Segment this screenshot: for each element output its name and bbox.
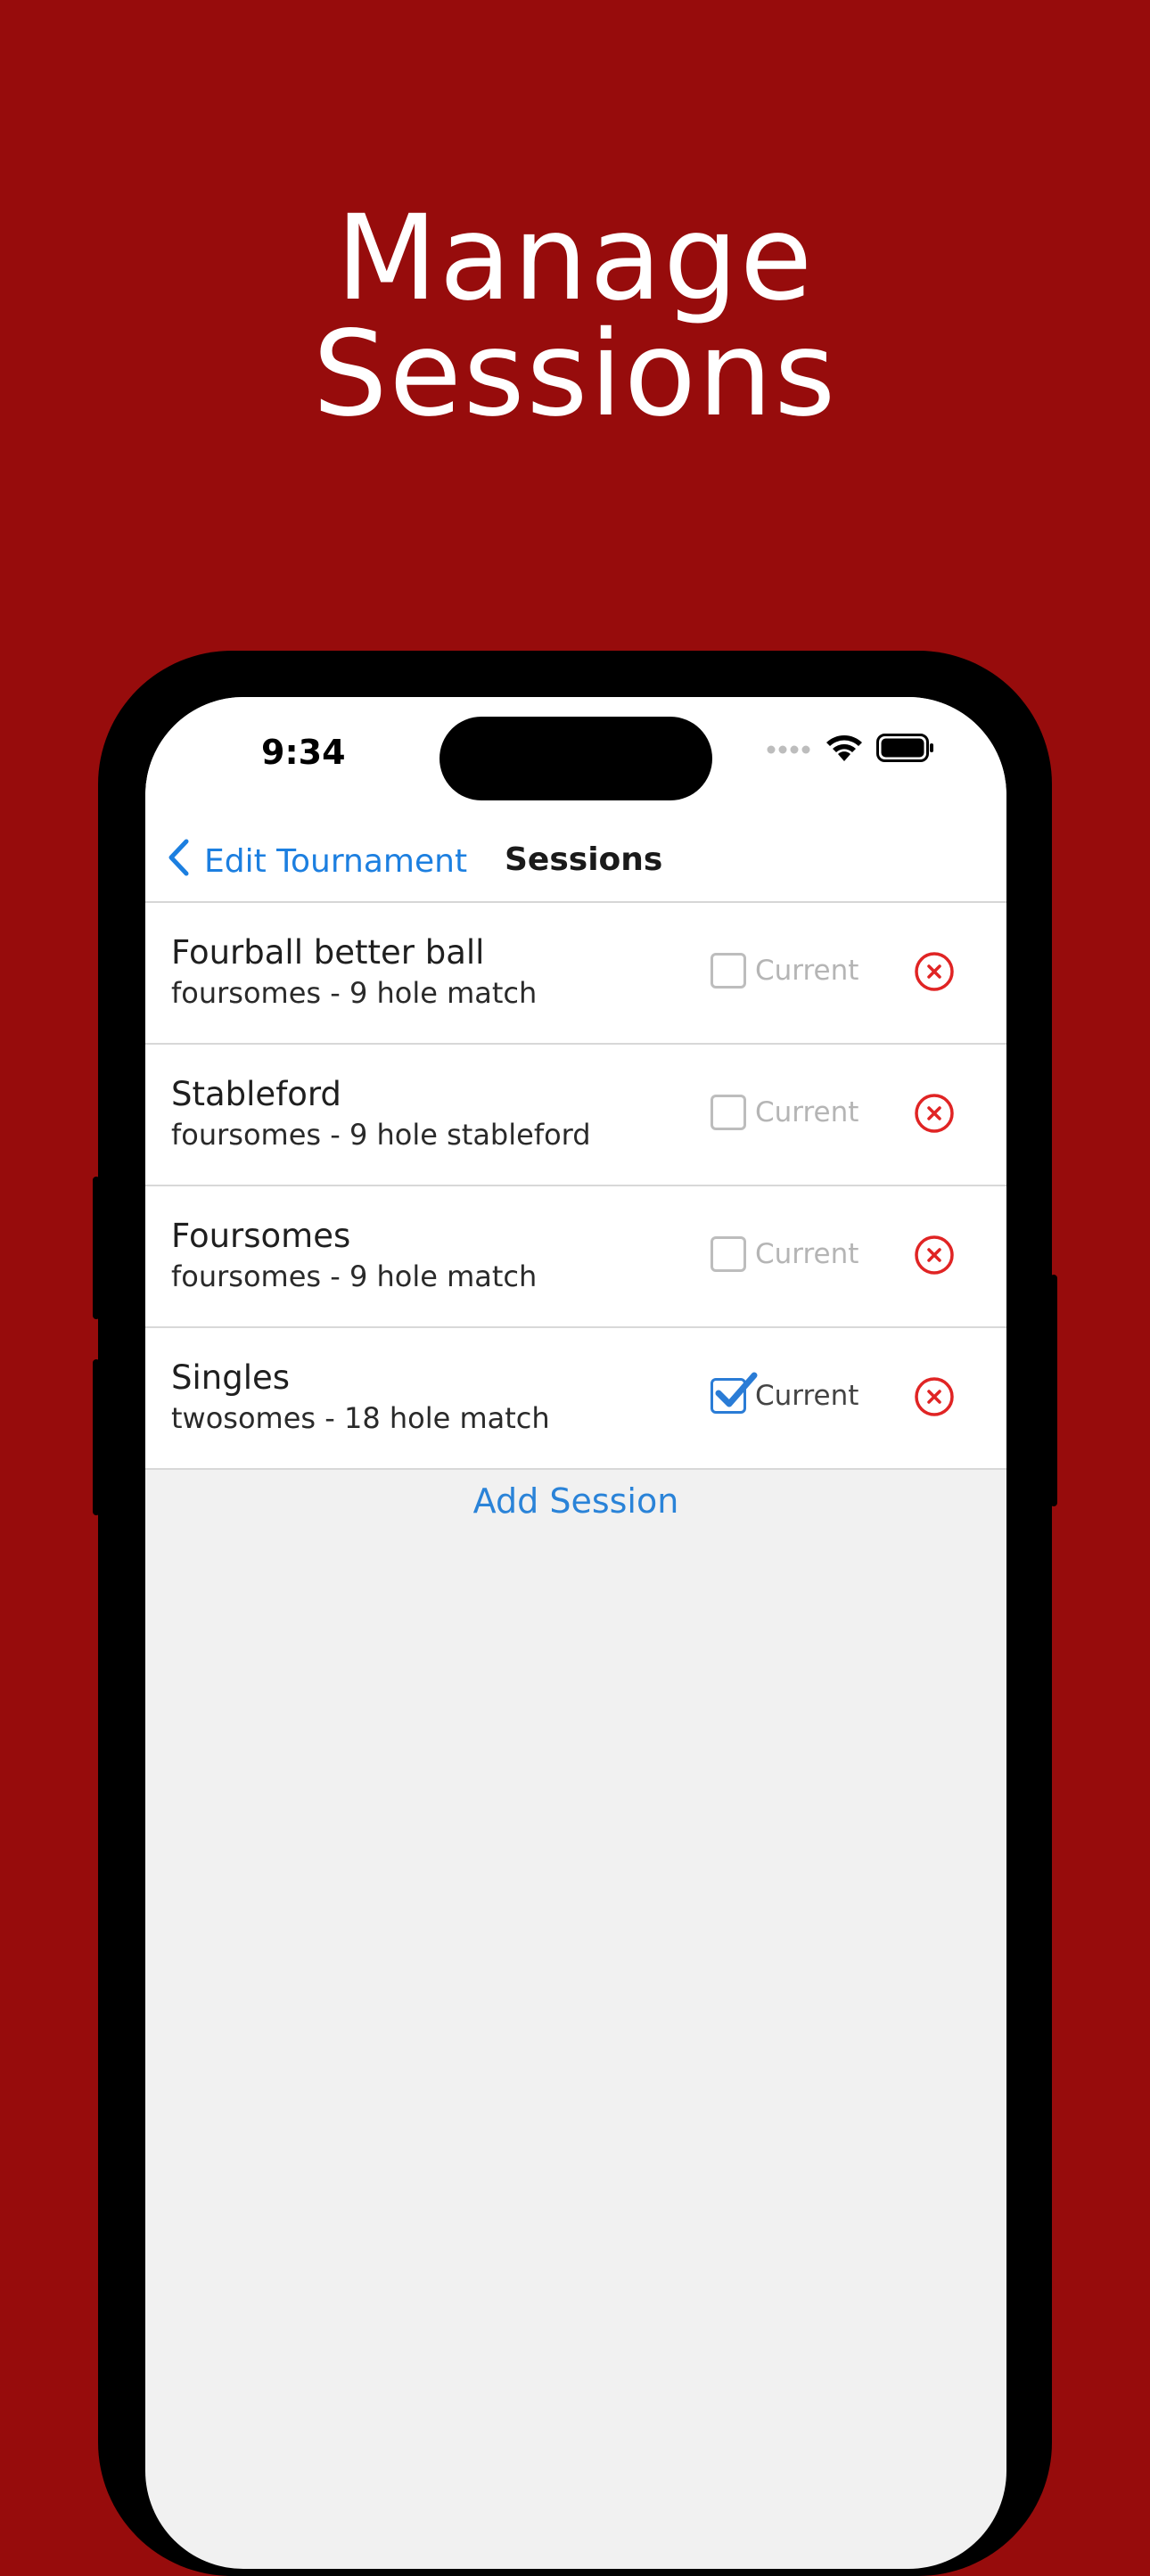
current-toggle[interactable]: Current — [711, 1372, 859, 1414]
delete-circle-icon — [915, 1235, 954, 1275]
dynamic-island — [439, 717, 712, 800]
delete-session-button[interactable] — [914, 1376, 955, 1417]
current-label: Current — [755, 1380, 859, 1412]
current-toggle[interactable]: Current — [711, 953, 858, 989]
delete-circle-icon — [915, 1377, 954, 1416]
delete-session-button[interactable] — [914, 1093, 955, 1134]
delete-circle-icon — [915, 952, 954, 991]
session-description: foursomes - 9 hole match — [171, 976, 538, 1010]
session-list: Fourball better ball foursomes - 9 hole … — [145, 903, 1006, 1470]
status-time: 9:34 — [261, 733, 346, 772]
checkmark-icon — [715, 1372, 758, 1407]
back-button-label: Edit Tournament — [204, 843, 468, 880]
status-icons — [766, 733, 935, 767]
current-checkbox[interactable] — [711, 1236, 746, 1272]
wifi-icon — [825, 733, 864, 767]
current-checkbox[interactable] — [711, 1095, 746, 1130]
add-session-button[interactable]: Add Session — [145, 1481, 1006, 1521]
chevron-left-icon — [167, 838, 190, 885]
top-bar-area: 9:34 Edit Tournament Sessions — [145, 697, 1006, 902]
phone-screen: 9:34 Edit Tournament Sessions Fourball b… — [145, 697, 1006, 2569]
headline-line-2: Sessions — [312, 306, 838, 443]
current-label: Current — [755, 1096, 859, 1128]
current-toggle[interactable]: Current — [711, 1095, 858, 1130]
session-name: Stableford — [171, 1075, 341, 1113]
current-label: Current — [755, 1238, 859, 1270]
headline-line-1: Manage — [335, 190, 815, 327]
battery-icon — [876, 734, 935, 766]
session-row-stableford[interactable]: Stableford foursomes - 9 hole stableford… — [145, 1045, 1006, 1186]
session-row-foursomes[interactable]: Foursomes foursomes - 9 hole match Curre… — [145, 1186, 1006, 1328]
cellular-dots-icon — [766, 742, 812, 759]
session-row-singles[interactable]: Singles twosomes - 18 hole match Current — [145, 1328, 1006, 1470]
back-button[interactable]: Edit Tournament — [167, 838, 467, 885]
session-description: foursomes - 9 hole match — [171, 1259, 538, 1293]
current-checkbox-checked[interactable] — [711, 1372, 758, 1414]
session-name: Fourball better ball — [171, 933, 485, 972]
current-label: Current — [755, 955, 859, 987]
headline: Manage Sessions — [0, 190, 1150, 443]
page-title: Sessions — [505, 841, 663, 878]
session-row-fourball[interactable]: Fourball better ball foursomes - 9 hole … — [145, 903, 1006, 1045]
delete-circle-icon — [915, 1094, 954, 1133]
session-description: foursomes - 9 hole stableford — [171, 1118, 591, 1152]
current-toggle[interactable]: Current — [711, 1236, 858, 1272]
delete-session-button[interactable] — [914, 951, 955, 992]
session-name: Foursomes — [171, 1217, 351, 1255]
current-checkbox[interactable] — [711, 953, 746, 989]
session-name: Singles — [171, 1358, 291, 1397]
session-description: twosomes - 18 hole match — [171, 1401, 550, 1435]
navigation-bar: Edit Tournament Sessions — [145, 829, 1006, 900]
delete-session-button[interactable] — [914, 1235, 955, 1276]
